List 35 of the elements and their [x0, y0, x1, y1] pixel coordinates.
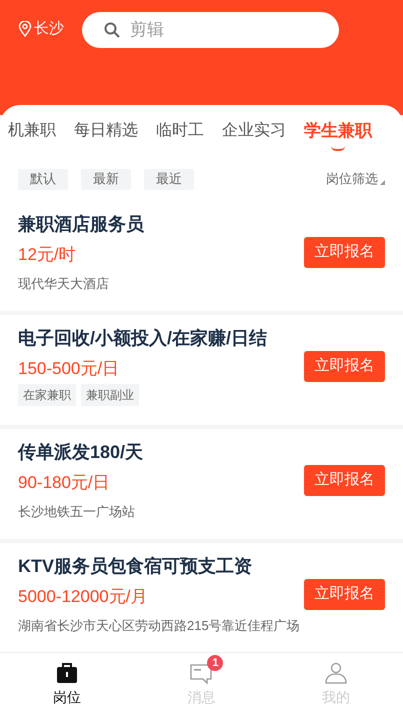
apply-button[interactable]: 立即报名 [304, 237, 385, 268]
corner-triangle-icon [380, 180, 385, 185]
job-title: 电子回收/小额投入/在家赚/日结 [18, 327, 268, 350]
category-tab[interactable]: 机兼职 [8, 111, 56, 151]
sort-chip[interactable]: 默认 [18, 168, 68, 190]
job-title: KTV服务员包食宿可预支工资 [18, 555, 253, 578]
apply-button[interactable]: 立即报名 [304, 351, 385, 382]
category-tab[interactable]: 企业实习 [222, 111, 286, 151]
job-tag: 在家兼职 [18, 384, 76, 406]
search-field[interactable]: 剪辑 [82, 12, 339, 48]
sort-chip[interactable]: 最近 [144, 168, 194, 190]
job-location: 现代华天大酒店 [18, 275, 110, 293]
unread-badge: 1 [207, 655, 224, 671]
salary: 150-500元/日 [18, 358, 120, 380]
sort-chip[interactable]: 最新 [81, 168, 131, 190]
salary: 12元/时 [18, 244, 76, 266]
job-location: 湖南省长沙市天心区劳动西路215号靠近佳程广场 [18, 617, 301, 635]
briefcase-icon [55, 661, 80, 685]
category-tab[interactable]: 学生兼职 [304, 110, 372, 152]
job-tag: 兼职副业 [81, 384, 139, 406]
job-title: 兼职酒店服务员 [18, 213, 145, 236]
location-pin-icon [18, 21, 32, 37]
job-title: 传单派发180/天 [18, 441, 144, 464]
user-icon [324, 661, 348, 685]
nav-tab[interactable]: 岗位 [0, 653, 134, 716]
salary: 90-180元/日 [18, 472, 110, 494]
category-tab[interactable]: 每日精选 [74, 111, 138, 151]
position-filter[interactable]: 岗位筛选 [326, 169, 378, 189]
job-location: 长沙地铁五一广场站 [18, 503, 136, 521]
search-icon [104, 22, 120, 38]
apply-button[interactable]: 立即报名 [304, 579, 385, 610]
city-selector[interactable]: 长沙 [34, 18, 64, 40]
category-tab[interactable]: 临时工 [156, 111, 204, 151]
salary: 5000-12000元/月 [18, 586, 148, 608]
apply-button[interactable]: 立即报名 [304, 465, 385, 496]
